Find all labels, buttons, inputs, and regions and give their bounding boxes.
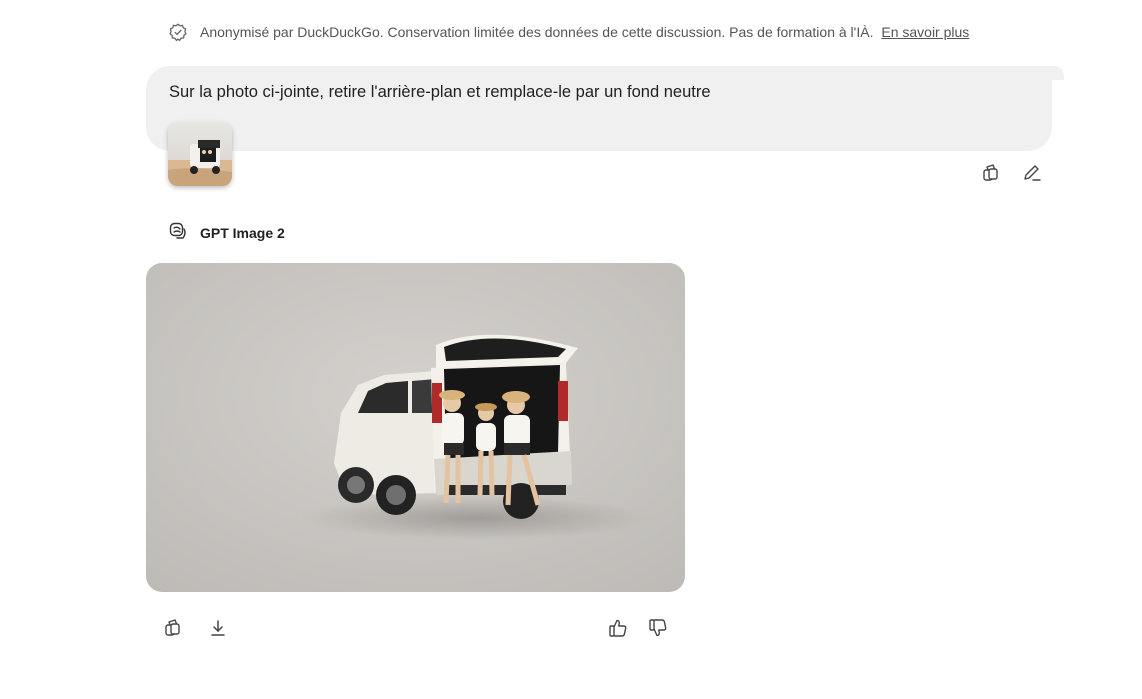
bubble-tail bbox=[1040, 66, 1064, 80]
model-icon bbox=[168, 221, 188, 244]
download-image-button[interactable] bbox=[204, 616, 232, 644]
model-name: GPT Image 2 bbox=[200, 224, 285, 241]
shield-check-icon bbox=[168, 22, 188, 42]
edit-icon bbox=[1021, 162, 1043, 189]
assistant-model-label: GPT Image 2 bbox=[168, 221, 285, 244]
thumbs-down-icon bbox=[647, 617, 669, 644]
user-message-bubble: Sur la photo ci-jointe, retire l'arrière… bbox=[146, 66, 1052, 151]
thumbs-down-button[interactable] bbox=[644, 616, 672, 644]
user-message-text: Sur la photo ci-jointe, retire l'arrière… bbox=[169, 83, 711, 101]
copy-image-button[interactable] bbox=[159, 616, 187, 644]
privacy-notice: Anonymisé par DuckDuckGo. Conservation l… bbox=[168, 22, 969, 42]
copy-icon bbox=[980, 162, 1002, 189]
copy-message-button[interactable] bbox=[977, 161, 1005, 189]
privacy-text: Anonymisé par DuckDuckGo. Conservation l… bbox=[200, 24, 874, 40]
edit-message-button[interactable] bbox=[1018, 161, 1046, 189]
attachment-thumbnail[interactable] bbox=[168, 122, 232, 186]
copy-icon bbox=[162, 617, 184, 644]
thumbs-up-button[interactable] bbox=[604, 616, 632, 644]
learn-more-link[interactable]: En savoir plus bbox=[881, 24, 969, 40]
generated-image[interactable] bbox=[146, 263, 685, 592]
download-icon bbox=[207, 617, 229, 644]
thumbs-up-icon bbox=[607, 617, 629, 644]
